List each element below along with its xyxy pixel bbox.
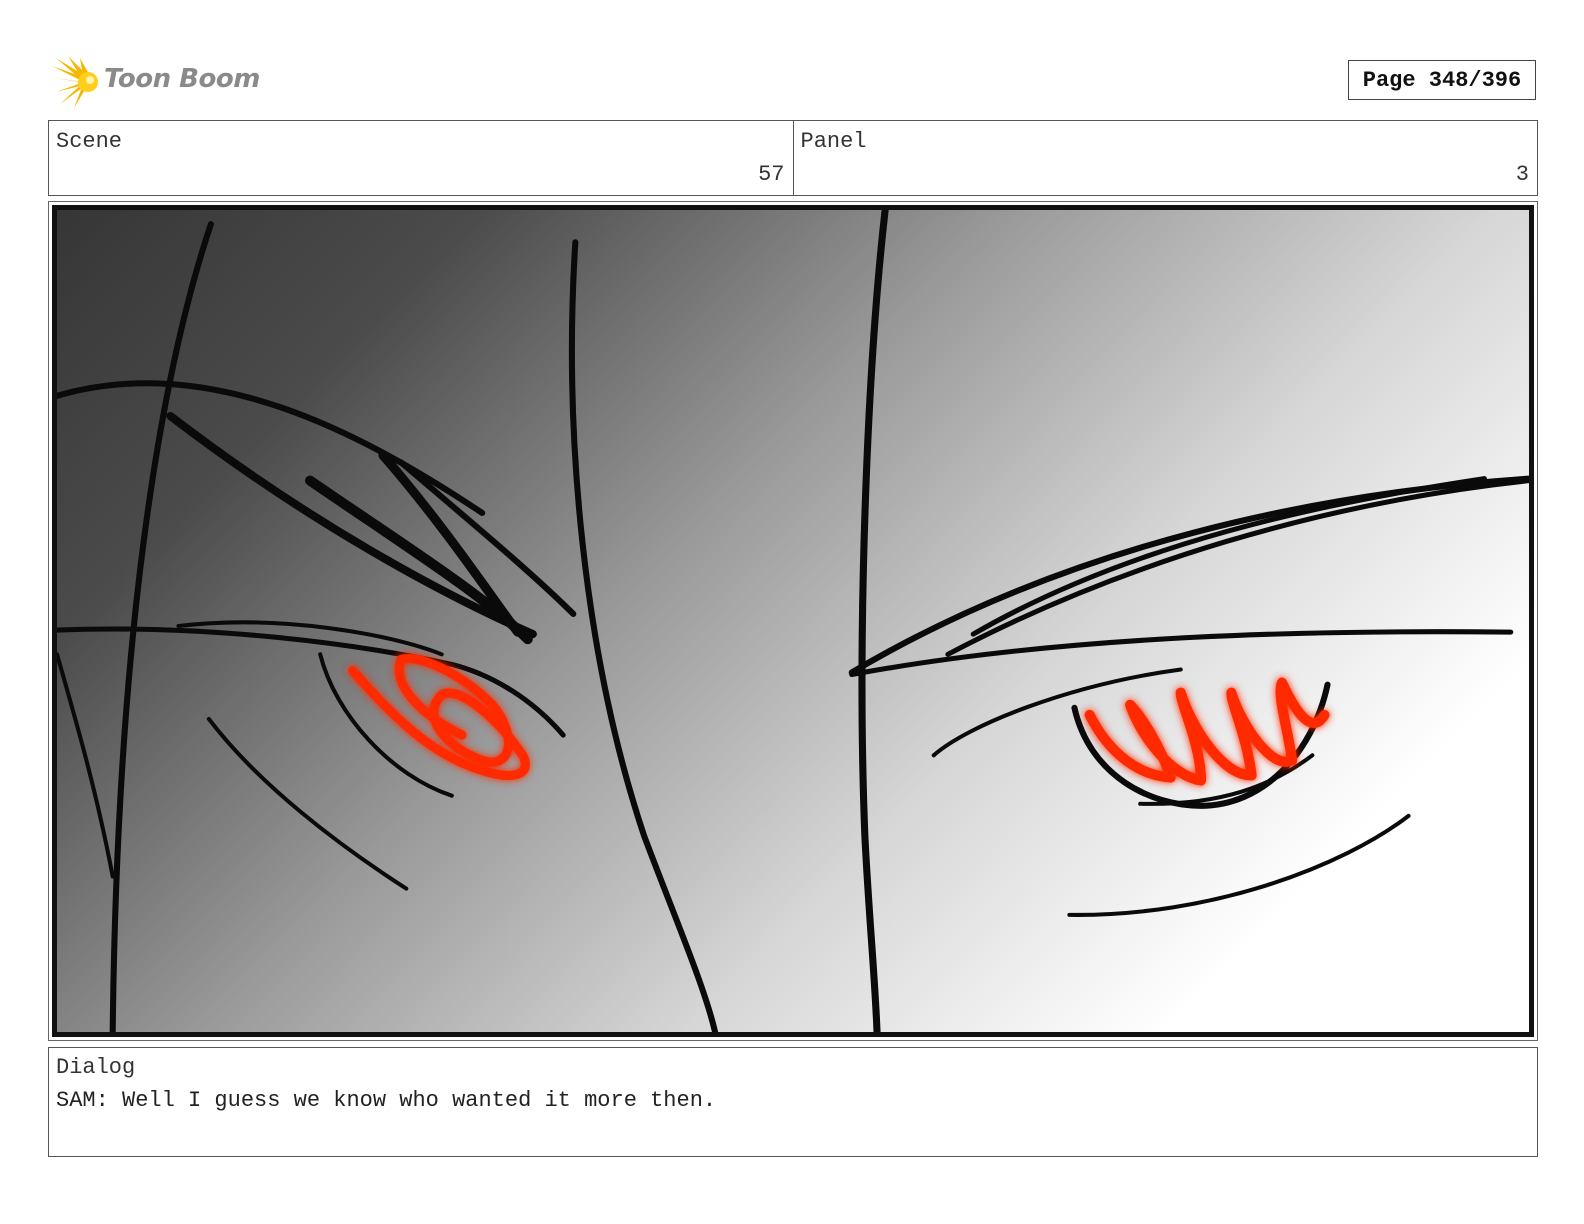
- dialog-label: Dialog: [56, 1055, 136, 1080]
- dialog-box: Dialog SAM: Well I guess we know who wan…: [48, 1047, 1538, 1157]
- toon-boom-starburst-icon: [52, 56, 98, 108]
- panel-cell: Panel 3: [792, 121, 1538, 195]
- scene-cell: Scene 57: [49, 121, 793, 195]
- brand-name: Toon Boom: [104, 64, 260, 94]
- storyboard-frame: [48, 201, 1538, 1041]
- panel-label: Panel: [800, 129, 867, 154]
- scene-number: 57: [758, 162, 785, 187]
- dialog-text: SAM: Well I guess we know who wanted it …: [56, 1088, 717, 1113]
- scene-panel-row: Scene 57 Panel 3: [48, 120, 1538, 196]
- toon-boom-logo: Toon Boom: [50, 56, 260, 108]
- scene-label: Scene: [56, 129, 123, 154]
- storyboard-sketch: [57, 210, 1529, 1032]
- panel-number: 3: [1515, 162, 1529, 187]
- storyboard-panel-image: [52, 205, 1534, 1037]
- page-counter: Page 348/396: [1348, 60, 1536, 100]
- background-gradient: [57, 210, 1529, 1032]
